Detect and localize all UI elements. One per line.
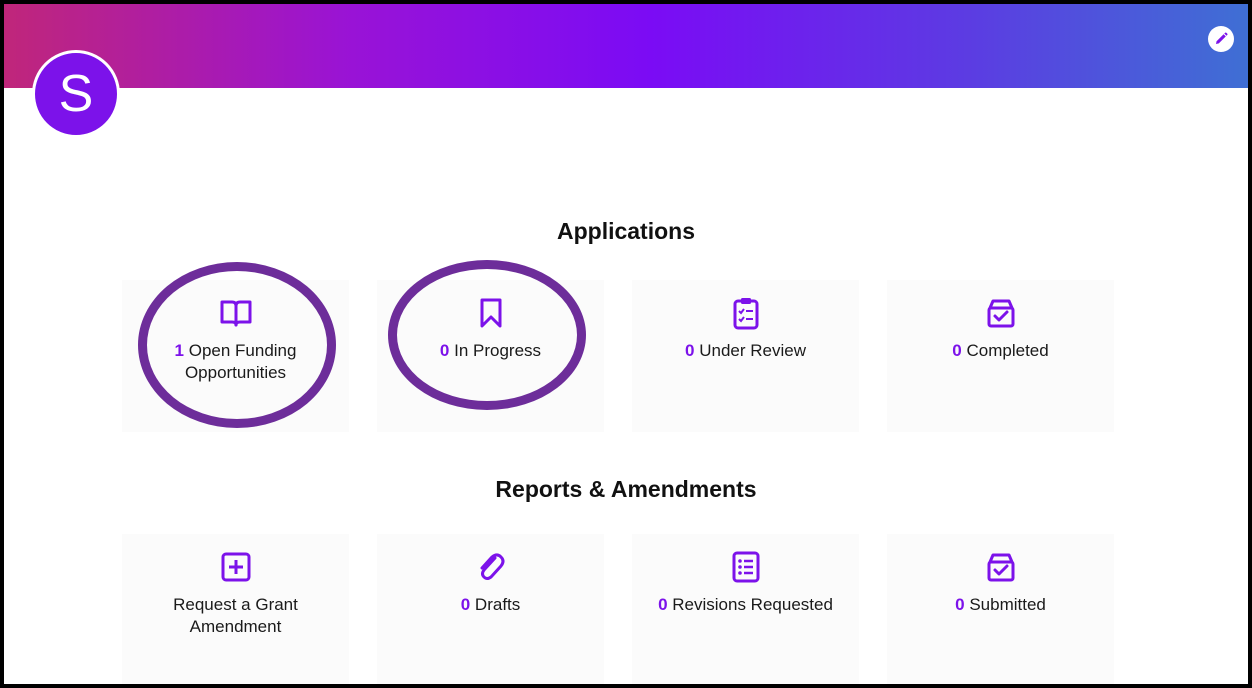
card-label: Request a Grant Amendment	[146, 594, 326, 638]
card-label: 0 Completed	[952, 340, 1048, 362]
card-drafts[interactable]: 0 Drafts	[377, 534, 604, 684]
card-request-grant-amendment[interactable]: Request a Grant Amendment	[122, 534, 349, 684]
bookmark-icon	[474, 296, 508, 330]
card-revisions-requested[interactable]: 0 Revisions Requested	[632, 534, 859, 684]
avatar-letter: S	[58, 65, 94, 123]
reports-grid: Request a Grant Amendment 0 Drafts 0 Rev…	[122, 534, 1114, 684]
card-count: 0	[658, 595, 668, 614]
clipboard-check-icon	[729, 296, 763, 330]
book-open-icon	[219, 296, 253, 330]
card-text: Request a Grant Amendment	[173, 595, 298, 636]
card-text: Under Review	[699, 341, 806, 360]
card-count: 0	[460, 595, 471, 614]
card-count: 0	[952, 341, 962, 360]
card-label: 1 Open Funding Opportunities	[146, 340, 326, 384]
card-text: Drafts	[474, 595, 521, 614]
card-text: In Progress	[454, 341, 542, 360]
card-count: 0	[955, 595, 965, 614]
card-count: 0	[685, 341, 695, 360]
card-text: Submitted	[969, 595, 1046, 614]
card-label: 0 Drafts	[461, 594, 521, 616]
card-label: 0 Revisions Requested	[658, 594, 833, 616]
card-count: 0	[439, 341, 450, 360]
card-label: 0 Under Review	[685, 340, 806, 362]
pencil-icon	[1216, 32, 1228, 44]
card-in-progress[interactable]: 0 In Progress	[377, 280, 604, 432]
page-frame: S Applications 1 Open Funding Opportunit…	[0, 0, 1252, 688]
card-under-review[interactable]: 0 Under Review	[632, 280, 859, 432]
card-text: Completed	[966, 341, 1049, 360]
avatar[interactable]: S	[32, 50, 120, 138]
card-open-funding-opportunities[interactable]: 1 Open Funding Opportunities	[122, 280, 349, 432]
archive-check-icon	[984, 296, 1018, 330]
card-text: Open Funding Opportunities	[184, 341, 297, 382]
card-label: 0 Submitted	[955, 594, 1046, 616]
card-submitted[interactable]: 0 Submitted	[887, 534, 1114, 684]
applications-title: Applications	[556, 218, 695, 244]
card-count: 1	[174, 341, 184, 360]
archive-check-icon	[984, 550, 1018, 584]
plus-square-icon	[219, 550, 253, 584]
list-icon	[729, 550, 763, 584]
paperclip-icon	[474, 550, 508, 584]
header-banner	[4, 4, 1248, 88]
edit-button[interactable]	[1208, 26, 1234, 52]
card-completed[interactable]: 0 Completed	[887, 280, 1114, 432]
applications-grid: 1 Open Funding Opportunities 0 In Progre…	[122, 280, 1114, 432]
card-label: 0 In Progress	[440, 340, 541, 362]
reports-amendments-title: Reports & Amendments	[495, 476, 757, 502]
card-text: Revisions Requested	[672, 595, 833, 614]
